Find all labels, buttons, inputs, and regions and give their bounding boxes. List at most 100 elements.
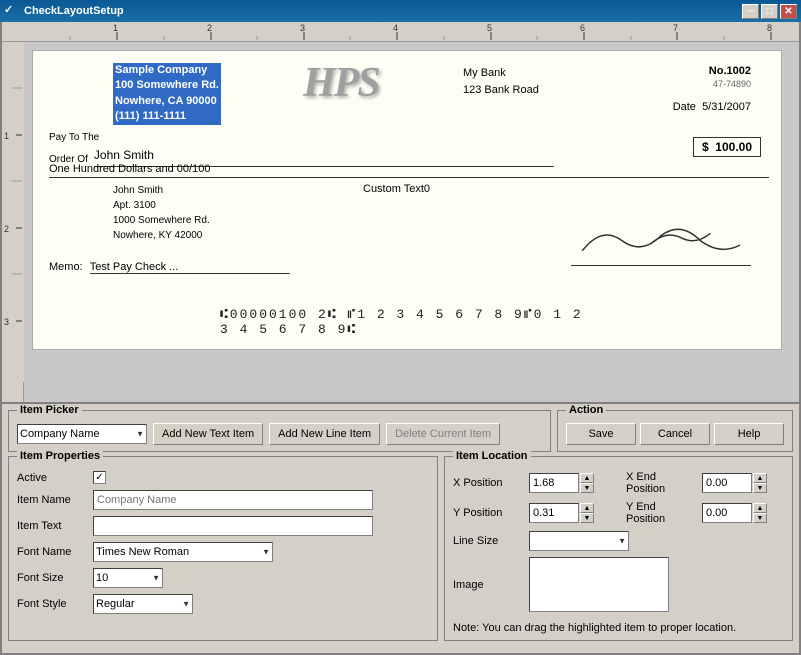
- window-title: CheckLayoutSetup: [24, 5, 742, 17]
- item-name-input[interactable]: [93, 490, 373, 510]
- y-pos-spinner-btns: ▲ ▼: [580, 503, 594, 523]
- y-end-up[interactable]: ▲: [753, 503, 767, 513]
- addr-line3: 1000 Somewhere Rd.: [113, 213, 210, 228]
- addr-line4: Nowhere, KY 42000: [113, 228, 210, 243]
- x-position-row: X Position 1.68 ▲ ▼ X End Position 0.00 …: [453, 471, 784, 495]
- item-location-group: Item Location X Position 1.68 ▲ ▼ X End …: [444, 456, 793, 641]
- x-pos-spinner[interactable]: 1.68 ▲ ▼: [529, 473, 594, 493]
- font-name-select-wrapper[interactable]: Arial Times New Roman Courier New Verdan…: [93, 542, 273, 562]
- check-memo: Memo: Test Pay Check ...: [49, 261, 290, 274]
- check-logo: HPS: [303, 59, 379, 107]
- check-signature: [571, 216, 751, 266]
- font-size-select-wrapper[interactable]: 8 9 10 11 12: [93, 568, 163, 588]
- x-end-down[interactable]: ▼: [753, 483, 767, 493]
- item-picker-select-wrapper[interactable]: Company Name Bank Name Check Number Date…: [17, 424, 147, 444]
- signature-svg: [571, 216, 751, 265]
- maximize-button[interactable]: □: [761, 4, 778, 19]
- y-end-spinner-btns: ▲ ▼: [753, 503, 767, 523]
- x-end-input[interactable]: 0.00: [702, 473, 752, 493]
- bottom-panel: Item Picker Company Name Bank Name Check…: [2, 402, 799, 647]
- dollar-sign: $: [702, 140, 709, 154]
- check-company-name[interactable]: Sample Company 100 Somewhere Rd. Nowhere…: [113, 63, 221, 125]
- font-style-select[interactable]: Regular Bold Italic Bold Italic: [93, 594, 193, 614]
- y-end-label: Y End Position: [626, 501, 696, 525]
- bank-name: My Bank: [463, 65, 539, 82]
- check-address: John Smith Apt. 3100 1000 Somewhere Rd. …: [113, 183, 210, 243]
- help-button[interactable]: Help: [714, 423, 784, 445]
- y-pos-up[interactable]: ▲: [580, 503, 594, 513]
- y-pos-spinner[interactable]: 0.31 ▲ ▼: [529, 503, 594, 523]
- add-text-item-button[interactable]: Add New Text Item: [153, 423, 263, 445]
- note-text: Note: You can drag the highlighted item …: [453, 618, 784, 634]
- bank-address: 123 Bank Road: [463, 82, 539, 99]
- company-line3: Nowhere, CA 90000: [115, 94, 219, 109]
- active-label: Active: [17, 472, 87, 484]
- properties-location-row: Item Properties Active ✓ Item Name Item …: [8, 456, 793, 641]
- svg-text:8: 8: [767, 23, 772, 33]
- check-preview[interactable]: Sample Company 100 Somewhere Rd. Nowhere…: [32, 50, 782, 350]
- app-icon: ✓: [4, 3, 20, 19]
- check-routing: 47-74890: [713, 79, 751, 89]
- close-button[interactable]: ✕: [780, 4, 797, 19]
- y-end-down[interactable]: ▼: [753, 513, 767, 523]
- image-label: Image: [453, 579, 523, 591]
- y-position-row: Y Position 0.31 ▲ ▼ Y End Position 0.00 …: [453, 501, 784, 525]
- check-no-label: No.: [709, 65, 727, 77]
- check-custom-text: Custom Text0: [363, 183, 430, 195]
- line-size-select-wrapper[interactable]: [529, 531, 629, 551]
- memo-text: Test Pay Check ...: [90, 261, 290, 274]
- minimize-button[interactable]: ─: [742, 4, 759, 19]
- svg-text:6: 6: [580, 23, 585, 33]
- item-text-input[interactable]: [93, 516, 373, 536]
- vertical-ruler-svg: 1 2 3: [2, 42, 24, 382]
- addr-line2: Apt. 3100: [113, 198, 210, 213]
- add-line-item-button[interactable]: Add New Line Item: [269, 423, 380, 445]
- save-button[interactable]: Save: [566, 423, 636, 445]
- x-pos-spinner-btns: ▲ ▼: [580, 473, 594, 493]
- line-size-label: Line Size: [453, 535, 523, 547]
- font-style-row: Font Style Regular Bold Italic Bold Ital…: [17, 594, 429, 614]
- svg-text:2: 2: [207, 23, 212, 33]
- font-size-row: Font Size 8 9 10 11 12: [17, 568, 429, 588]
- font-size-select[interactable]: 8 9 10 11 12: [93, 568, 163, 588]
- y-end-spinner[interactable]: 0.00 ▲ ▼: [702, 503, 767, 523]
- x-end-up[interactable]: ▲: [753, 473, 767, 483]
- line-size-select[interactable]: [529, 531, 629, 551]
- amount-value: 100.00: [715, 140, 752, 154]
- company-line2: 100 Somewhere Rd.: [115, 78, 219, 93]
- image-row: Image: [453, 557, 784, 612]
- y-end-input[interactable]: 0.00: [702, 503, 752, 523]
- x-end-spinner[interactable]: 0.00 ▲ ▼: [702, 473, 767, 493]
- window-controls: ─ □ ✕: [742, 4, 797, 19]
- check-number: No.1002: [709, 65, 751, 77]
- svg-text:3: 3: [4, 317, 9, 327]
- x-pos-input[interactable]: 1.68: [529, 473, 579, 493]
- horizontal-ruler: // This will be drawn inline 1 2 3 4 5 6…: [24, 22, 799, 41]
- font-style-label: Font Style: [17, 598, 87, 610]
- y-pos-input[interactable]: 0.31: [529, 503, 579, 523]
- check-payto: Pay To The Order Of John Smith: [49, 131, 554, 167]
- title-bar: ✓ CheckLayoutSetup ─ □ ✕: [0, 0, 801, 22]
- svg-text:3: 3: [300, 23, 305, 33]
- check-container[interactable]: Sample Company 100 Somewhere Rd. Nowhere…: [24, 42, 799, 402]
- y-pos-down[interactable]: ▼: [580, 513, 594, 523]
- font-style-select-wrapper[interactable]: Regular Bold Italic Bold Italic: [93, 594, 193, 614]
- item-text-row: Item Text: [17, 516, 429, 536]
- y-pos-label: Y Position: [453, 507, 523, 519]
- check-bank-info: My Bank 123 Bank Road: [463, 65, 539, 98]
- active-row: Active ✓: [17, 471, 429, 484]
- x-pos-up[interactable]: ▲: [580, 473, 594, 483]
- item-picker-select[interactable]: Company Name Bank Name Check Number Date…: [17, 424, 147, 444]
- active-checkbox[interactable]: ✓: [93, 471, 106, 484]
- x-end-label: X End Position: [626, 471, 696, 495]
- svg-text:5: 5: [487, 23, 492, 33]
- item-picker-label: Item Picker: [17, 404, 82, 416]
- check-no-value: 1002: [727, 65, 751, 77]
- ruler-row: // This will be drawn inline 1 2 3 4 5 6…: [2, 22, 799, 42]
- font-name-select[interactable]: Arial Times New Roman Courier New Verdan…: [93, 542, 273, 562]
- check-amount-box: $ 100.00: [693, 137, 761, 157]
- x-pos-down[interactable]: ▼: [580, 483, 594, 493]
- cancel-button[interactable]: Cancel: [640, 423, 710, 445]
- delete-item-button[interactable]: Delete Current Item: [386, 423, 500, 445]
- font-name-label: Font Name: [17, 546, 87, 558]
